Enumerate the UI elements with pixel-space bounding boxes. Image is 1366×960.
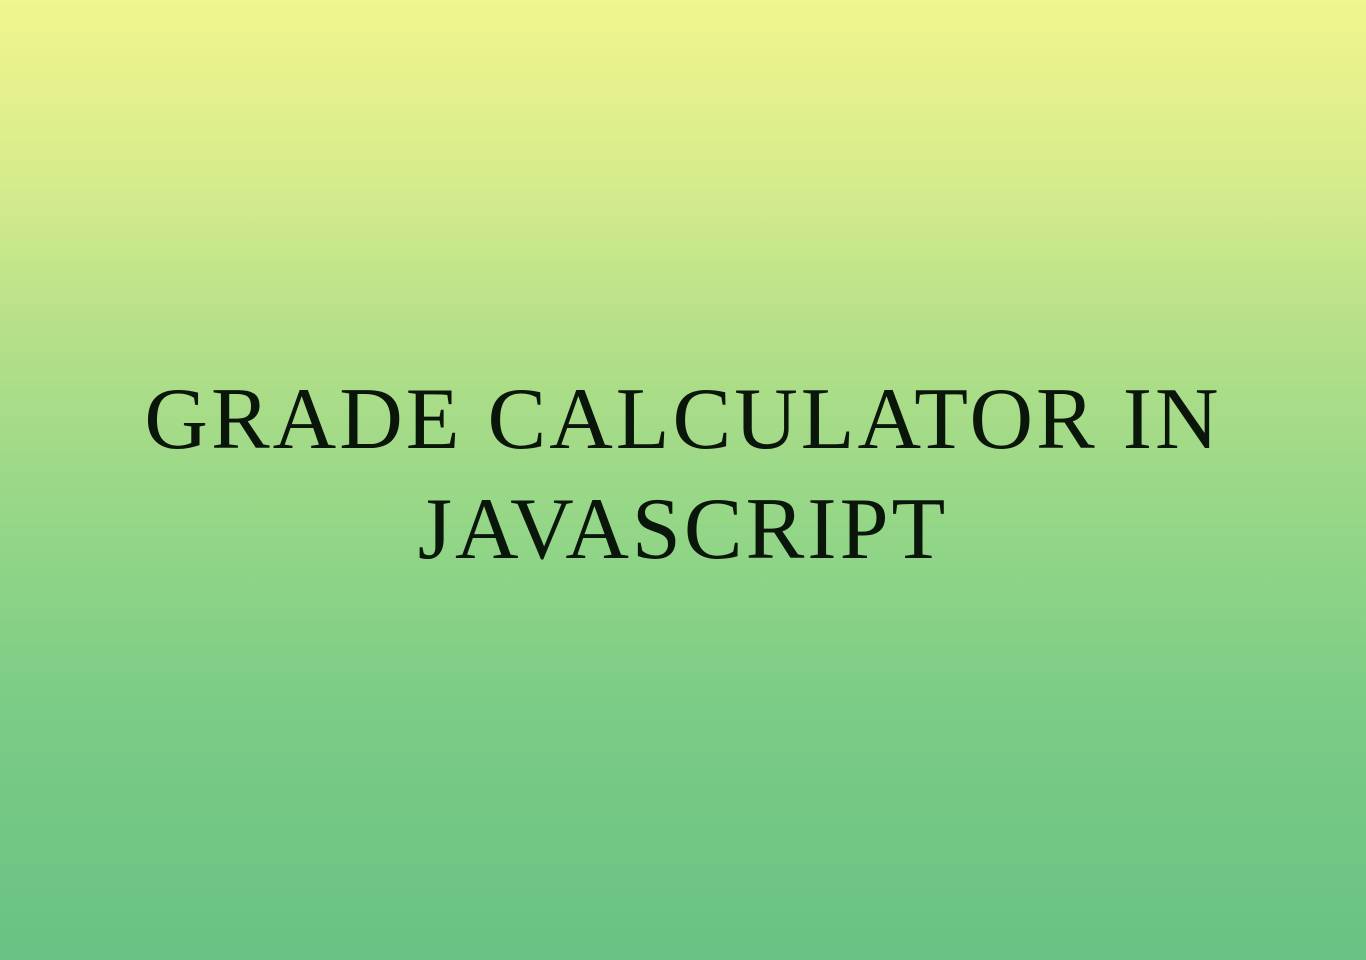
title-line-1: GRADE CALCULATOR IN [144, 371, 1221, 468]
title-line-2: JAVASCRIPT [418, 481, 949, 578]
title-svg: GRADE CALCULATOR IN JAVASCRIPT [63, 348, 1303, 608]
title-slide: GRADE CALCULATOR IN JAVASCRIPT [63, 348, 1303, 613]
